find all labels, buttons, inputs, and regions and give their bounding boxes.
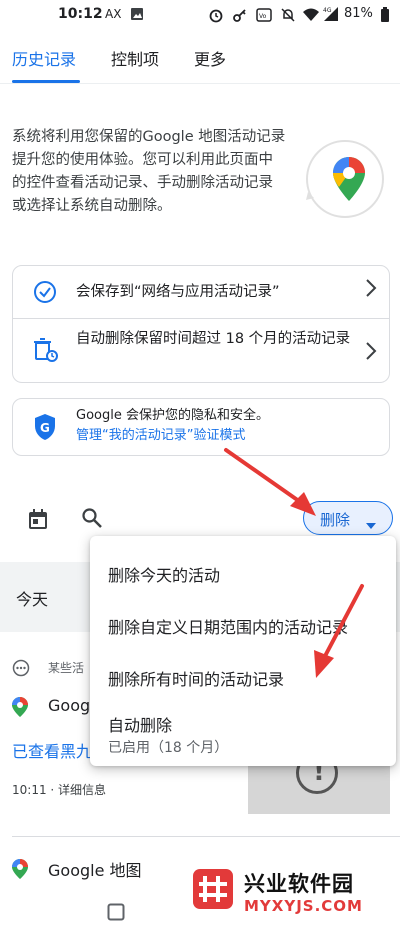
web-app-activity-label: 会保存到“网络与应用活动记录” — [76, 284, 280, 300]
today-label: 今天 — [16, 590, 49, 609]
intro-text: 系统将利用您保留的Google 地图活动记录提升您的使用体验。您可以利用此页面中… — [12, 129, 286, 214]
activity-time-details[interactable]: 10:11 · 详细信息 — [12, 781, 106, 798]
maps-pin-icon — [12, 697, 28, 721]
watermark-url: MYXYJS.COM — [244, 897, 363, 915]
tab-divider — [0, 83, 400, 84]
battery-level: 81% — [344, 6, 373, 21]
auto-delete-icon — [33, 337, 59, 367]
alarm-icon — [208, 7, 224, 27]
annotation-arrow-to-delete — [224, 448, 316, 516]
svg-text:4G: 4G — [323, 7, 332, 14]
status-bar: 10:12 AX Vo 4G 81% — [0, 0, 400, 30]
svg-text:Vo: Vo — [259, 13, 267, 20]
svg-text:G: G — [40, 421, 50, 435]
activity-meta: 某些活 — [48, 661, 85, 675]
auto-delete-label: 自动删除保留时间超过 18 个月的活动记录 — [76, 331, 351, 347]
auto-delete-status: 已启用（18 个月） — [108, 740, 229, 756]
dropdown-arrow-icon — [366, 515, 376, 533]
refresh-arrow-icon — [304, 190, 324, 214]
site-watermark: 兴业软件园 MYXYJS.COM — [188, 864, 398, 922]
settings-card: 会保存到“网络与应用活动记录” 自动删除保留时间超过 18 个月的活动记录 — [12, 265, 390, 383]
chevron-right-icon — [363, 276, 379, 306]
privacy-statement: Google 会保护您的隐私和安全。 — [76, 408, 269, 423]
web-app-activity-row[interactable]: 会保存到“网络与应用活动记录” — [13, 266, 389, 318]
status-time: 10:12 — [58, 6, 103, 22]
volte-icon: Vo — [256, 7, 272, 27]
select-checkbox[interactable] — [107, 903, 125, 925]
check-circle-icon — [33, 280, 57, 308]
manage-verification-link[interactable]: 管理“我的活动记录”验证模式 — [76, 426, 245, 446]
google-maps-logo-icon — [332, 156, 366, 206]
image-icon — [130, 7, 144, 25]
search-icon[interactable] — [80, 506, 104, 534]
battery-icon — [380, 7, 390, 27]
watermark-logo — [193, 869, 233, 909]
mute-bell-icon — [280, 7, 296, 27]
annotation-arrow-to-delete-all — [314, 584, 364, 678]
more-dots-icon — [12, 659, 30, 681]
auto-delete-row[interactable]: 自动删除保留时间超过 18 个月的活动记录 — [13, 319, 389, 382]
item-divider — [12, 836, 400, 837]
delete-all-time-option[interactable]: 删除所有时间的活动记录 — [108, 666, 284, 690]
tab-history[interactable]: 历史记录 — [12, 46, 76, 70]
delete-today-option[interactable]: 删除今天的活动 — [108, 562, 220, 586]
privacy-card: G Google 会保护您的隐私和安全。 管理“我的活动记录”验证模式 — [12, 398, 390, 456]
auto-delete-option[interactable]: 自动删除 — [108, 712, 172, 736]
wifi-icon — [302, 7, 320, 27]
maps-pin-icon — [12, 859, 28, 883]
google-shield-icon: G — [33, 413, 57, 445]
key-icon — [232, 7, 248, 27]
signal-icon: 4G — [322, 5, 340, 27]
tab-controls[interactable]: 控制项 — [111, 46, 159, 70]
next-activity-title: Google 地图 — [48, 861, 142, 880]
activity-link[interactable]: 已查看黑九 — [12, 738, 92, 762]
tab-more[interactable]: 更多 — [194, 46, 226, 70]
calendar-icon[interactable] — [26, 507, 50, 535]
activity-title: Goog — [48, 696, 91, 715]
status-carrier: AX — [105, 7, 122, 21]
chevron-right-icon — [363, 339, 379, 369]
watermark-name: 兴业软件园 — [244, 872, 354, 896]
